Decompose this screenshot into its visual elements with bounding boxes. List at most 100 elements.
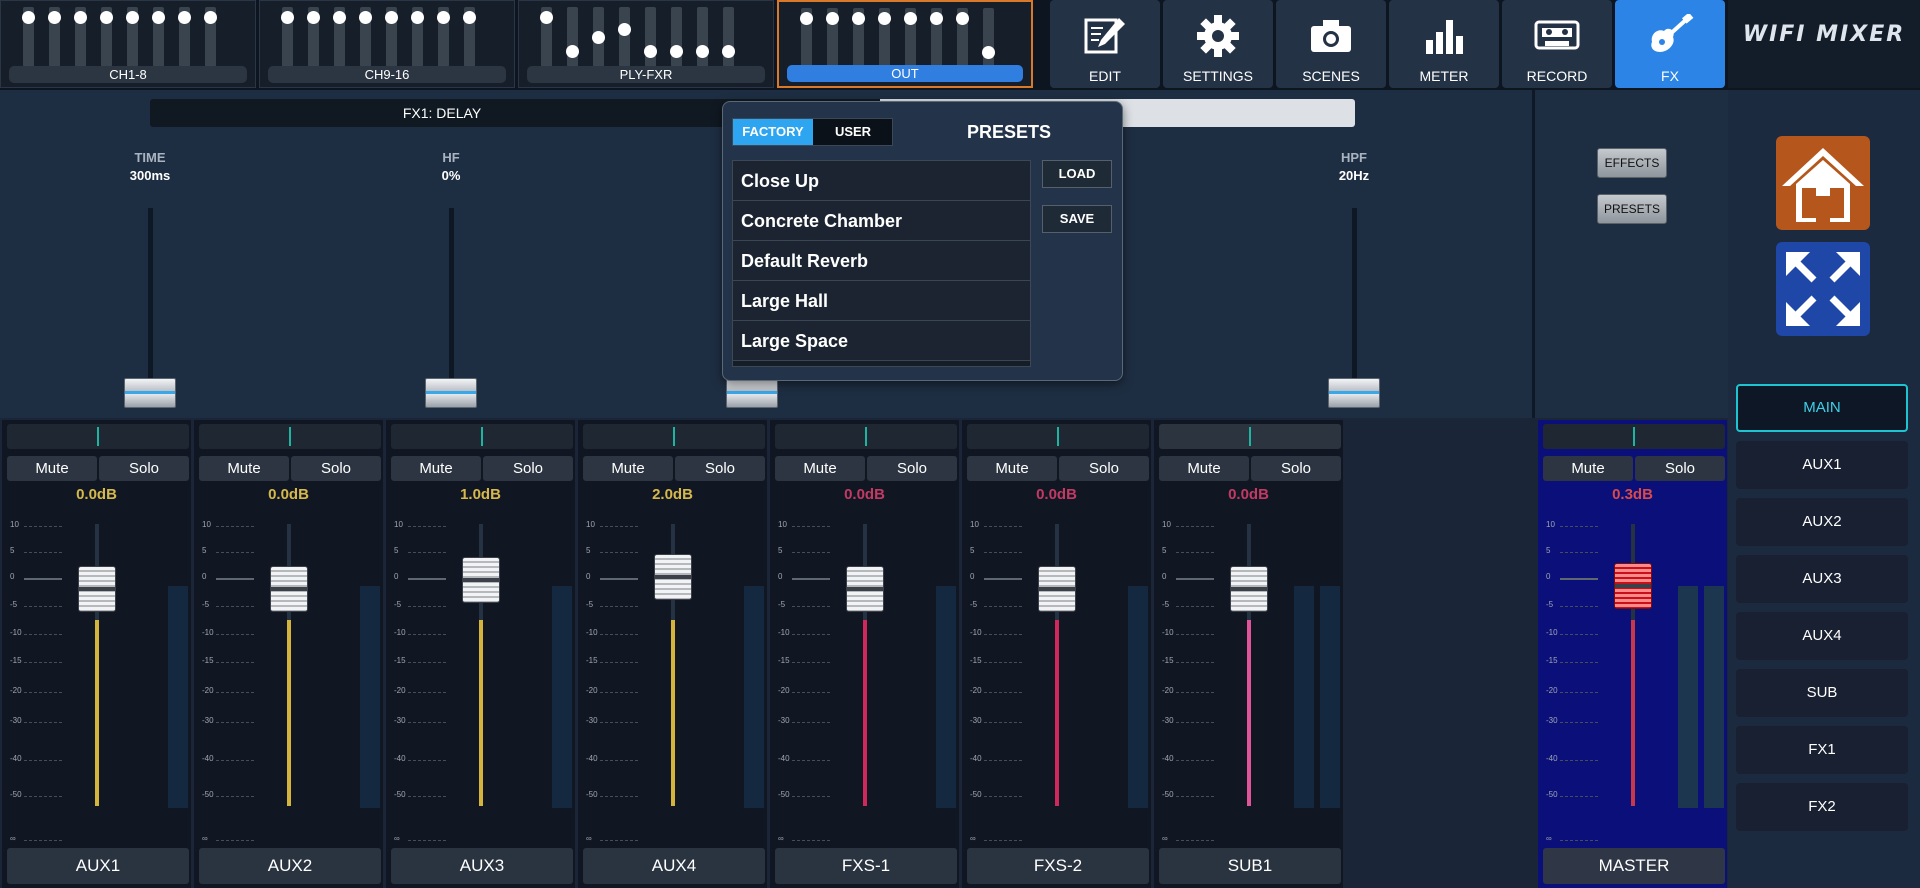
scale-tick (1176, 662, 1214, 663)
guitar-icon (1651, 14, 1694, 52)
preset-item[interactable]: Large Hall (733, 281, 1030, 321)
bus-aux1[interactable]: AUX1 (1736, 441, 1908, 489)
mute-button[interactable]: Mute (199, 456, 289, 481)
solo-button[interactable]: Solo (291, 456, 381, 481)
scale-label: -40 (202, 754, 214, 763)
fullscreen-button[interactable] (1776, 242, 1870, 336)
preset-item[interactable]: Default Reverb (733, 241, 1030, 281)
tab-factory[interactable]: FACTORY (733, 119, 813, 145)
solo-button[interactable]: Solo (1251, 456, 1341, 481)
fader-knob[interactable] (78, 566, 116, 612)
scale-tick (24, 692, 62, 693)
solo-button[interactable]: Solo (1059, 456, 1149, 481)
meter-button[interactable]: METER (1389, 0, 1499, 88)
bus-aux3[interactable]: AUX3 (1736, 555, 1908, 603)
preset-item[interactable]: Close Up (733, 161, 1030, 201)
pan-slider[interactable] (7, 424, 189, 449)
level-meter (360, 586, 380, 808)
scale-tick (24, 760, 62, 761)
fader-knob[interactable] (1230, 566, 1268, 612)
param-time-name: TIME (134, 150, 166, 165)
pan-slider[interactable] (391, 424, 573, 449)
bank-fader-dot (982, 46, 995, 59)
hpf-fader-track (1352, 208, 1357, 403)
pan-indicator (481, 427, 483, 446)
bus-aux4[interactable]: AUX4 (1736, 612, 1908, 660)
fader-knob[interactable] (846, 566, 884, 612)
pan-slider[interactable] (1159, 424, 1341, 449)
pan-slider[interactable] (967, 424, 1149, 449)
scale-tick (1176, 606, 1214, 607)
tab-user[interactable]: USER (813, 119, 893, 145)
fader-knob[interactable] (1614, 563, 1652, 609)
edit-button[interactable]: EDIT (1050, 0, 1160, 88)
scale-label: -40 (970, 754, 982, 763)
mute-button[interactable]: Mute (775, 456, 865, 481)
level-meter (936, 586, 956, 808)
preset-item[interactable]: Concrete Chamber (733, 201, 1030, 241)
fader-knob[interactable] (1038, 566, 1076, 612)
gain-readout: 0.0dB (268, 486, 309, 503)
pan-indicator (1633, 427, 1635, 446)
home-button[interactable] (1776, 136, 1870, 230)
pan-slider[interactable] (775, 424, 957, 449)
bank-ch9-16[interactable]: CH9-16 (259, 0, 515, 88)
bank-ch1-8[interactable]: CH1-8 (0, 0, 256, 88)
save-button[interactable]: SAVE (1042, 205, 1112, 233)
bus-main[interactable]: MAIN (1736, 384, 1908, 432)
scale-tick (600, 796, 638, 797)
solo-button[interactable]: Solo (1635, 456, 1725, 481)
presets-list[interactable]: Close Up Concrete Chamber Default Reverb… (732, 160, 1031, 367)
bank-ply-fxr[interactable]: PLY-FXR (518, 0, 774, 88)
mute-button[interactable]: Mute (1159, 456, 1249, 481)
bank-fader-dot (592, 31, 605, 44)
param3-fader-knob[interactable] (726, 378, 778, 408)
bank-fader-track (100, 7, 113, 67)
pan-slider[interactable] (199, 424, 381, 449)
fader-knob[interactable] (270, 566, 308, 612)
scenes-button[interactable]: SCENES (1276, 0, 1386, 88)
hf-fader-knob[interactable] (425, 378, 477, 408)
solo-button[interactable]: Solo (99, 456, 189, 481)
scale-label: -50 (10, 790, 22, 799)
scale-tick (792, 606, 830, 607)
mute-button[interactable]: Mute (583, 456, 673, 481)
record-button[interactable]: RECORD (1502, 0, 1612, 88)
scale-label: -15 (394, 656, 406, 665)
top-toolbar: CH1-8 CH9-16 PLY-FXR OUT EDIT SETTINGS S… (0, 0, 1920, 90)
pan-slider[interactable] (1543, 424, 1725, 449)
solo-button[interactable]: Solo (483, 456, 573, 481)
hpf-fader-knob[interactable] (1328, 378, 1380, 408)
time-fader-knob[interactable] (124, 378, 176, 408)
fx-button[interactable]: FX (1615, 0, 1725, 88)
pan-slider[interactable] (583, 424, 765, 449)
preset-item[interactable]: Large Space (733, 321, 1030, 361)
mute-button[interactable]: Mute (967, 456, 1057, 481)
bank-label: PLY-FXR (527, 66, 765, 83)
bank-out[interactable]: OUT (777, 0, 1033, 88)
bus-aux2[interactable]: AUX2 (1736, 498, 1908, 546)
presets-button[interactable]: PRESETS (1597, 194, 1667, 224)
scale-label: -5 (970, 600, 978, 609)
bus-sub[interactable]: SUB (1736, 669, 1908, 717)
scale-tick (1560, 526, 1598, 527)
scale-label: -40 (778, 754, 790, 763)
gain-readout: 1.0dB (460, 486, 501, 503)
fader-knob[interactable] (462, 557, 500, 603)
bus-fx1[interactable]: FX1 (1736, 726, 1908, 774)
home-icon (1782, 148, 1864, 222)
fader-knob[interactable] (654, 554, 692, 600)
scale-tick (24, 552, 62, 553)
pan-indicator (1057, 427, 1059, 446)
bus-fx2[interactable]: FX2 (1736, 783, 1908, 831)
scale-label: 5 (1162, 546, 1167, 555)
solo-button[interactable]: Solo (867, 456, 957, 481)
mute-button[interactable]: Mute (7, 456, 97, 481)
mute-button[interactable]: Mute (1543, 456, 1633, 481)
load-button[interactable]: LOAD (1042, 160, 1112, 188)
settings-button[interactable]: SETTINGS (1163, 0, 1273, 88)
solo-button[interactable]: Solo (675, 456, 765, 481)
fader-level-line (863, 620, 867, 806)
mute-button[interactable]: Mute (391, 456, 481, 481)
effects-button[interactable]: EFFECTS (1597, 148, 1667, 178)
